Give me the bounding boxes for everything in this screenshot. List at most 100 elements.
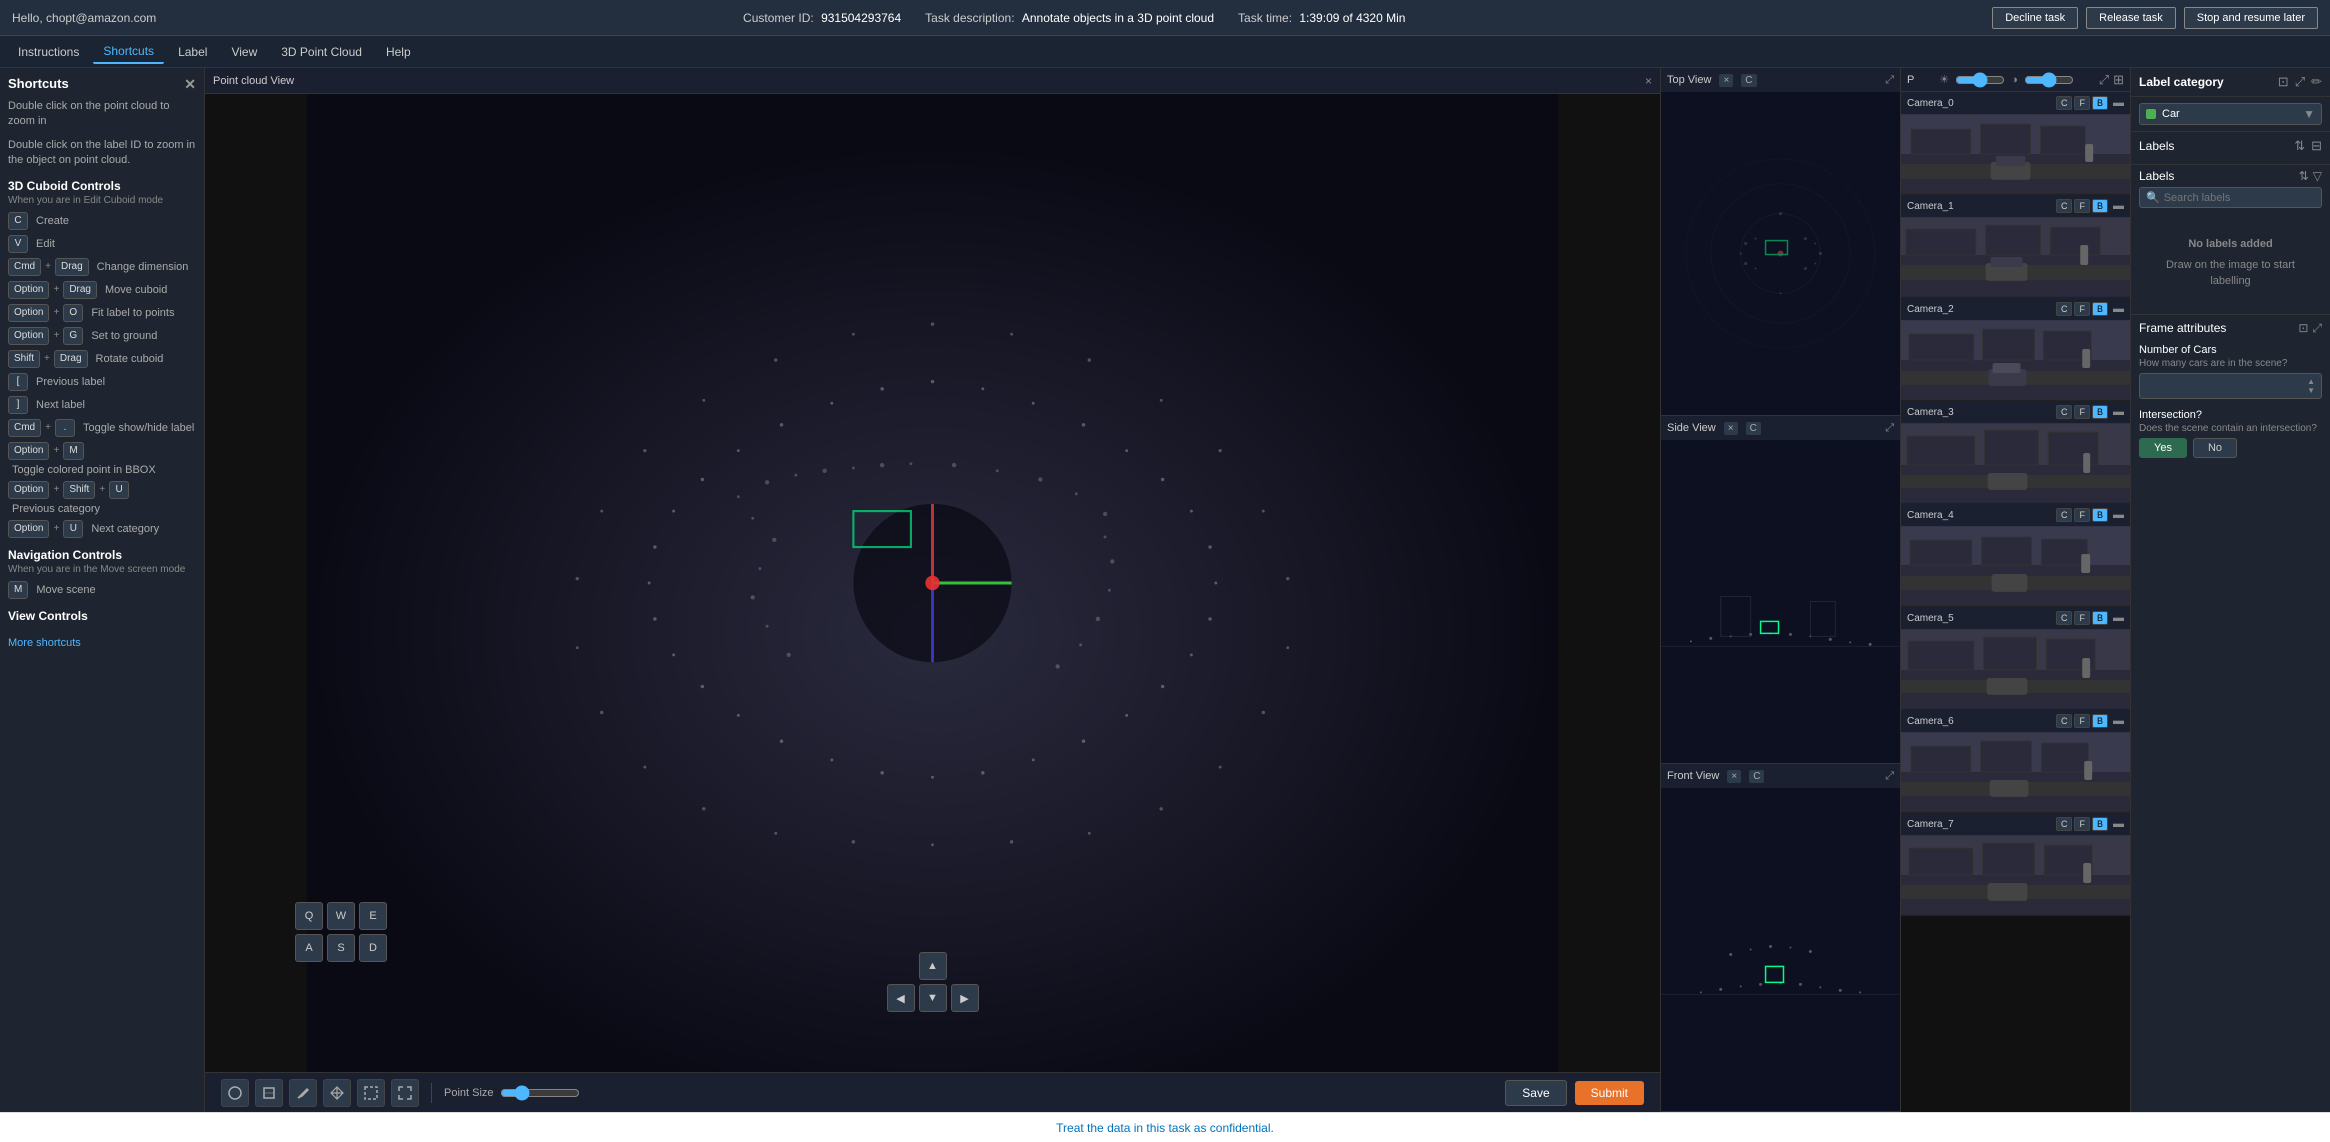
key-d[interactable]: D xyxy=(359,934,387,962)
cam4-f-btn[interactable]: F xyxy=(2074,508,2090,522)
cam1-c-btn[interactable]: C xyxy=(2056,199,2073,213)
pointcloud-view[interactable]: ▲ ◀ ▼ ▶ Q W xyxy=(205,94,1660,1072)
labels-header: Labels ⇅ ⊟ xyxy=(2139,138,2322,154)
top-view-body[interactable] xyxy=(1661,92,1900,415)
top-view-c[interactable]: C xyxy=(1741,74,1756,87)
cam5-b-btn[interactable]: B xyxy=(2092,611,2108,625)
front-view-header: Front View × C ⤢ xyxy=(1661,764,1900,788)
cam3-f-btn[interactable]: F xyxy=(2074,405,2090,419)
pointcloud-panel-title: Point cloud View xyxy=(213,75,294,87)
cam4-minimize[interactable]: ▬ xyxy=(2113,509,2124,521)
key-s[interactable]: S xyxy=(327,934,355,962)
cam3-b-btn[interactable]: B xyxy=(2092,405,2108,419)
label-search-input[interactable] xyxy=(2164,192,2315,204)
cam0-b-btn[interactable]: B xyxy=(2092,96,2108,110)
contrast-slider[interactable] xyxy=(2024,72,2074,88)
tool-box[interactable] xyxy=(255,1079,283,1107)
submit-button[interactable]: Submit xyxy=(1575,1081,1644,1105)
nav-left-button[interactable]: ◀ xyxy=(887,984,915,1012)
cam7-f-btn[interactable]: F xyxy=(2074,817,2090,831)
label-panel-edit-icon[interactable]: ✏ xyxy=(2311,74,2322,90)
cam1-f-btn[interactable]: F xyxy=(2074,199,2090,213)
label-panel-collapse-icon[interactable]: ⊡ xyxy=(2278,74,2289,90)
labels-filter2-icon[interactable]: ▽ xyxy=(2313,169,2322,183)
tool-circle[interactable] xyxy=(221,1079,249,1107)
camera-6-image xyxy=(1901,732,2130,812)
menu-3d-point-cloud[interactable]: 3D Point Cloud xyxy=(271,41,372,63)
side-view-expand[interactable]: ⤢ xyxy=(1885,422,1894,435)
cam0-c-btn[interactable]: C xyxy=(2056,96,2073,110)
cam4-c-btn[interactable]: C xyxy=(2056,508,2073,522)
side-view-c[interactable]: C xyxy=(1746,422,1761,435)
menu-help[interactable]: Help xyxy=(376,41,421,63)
cam6-b-btn[interactable]: B xyxy=(2092,714,2108,728)
cam7-b-btn[interactable]: B xyxy=(2092,817,2108,831)
cam2-minimize[interactable]: ▬ xyxy=(2113,303,2124,315)
key-q[interactable]: Q xyxy=(295,902,323,930)
cam3-minimize[interactable]: ▬ xyxy=(2113,406,2124,418)
key-a[interactable]: A xyxy=(295,934,323,962)
menu-instructions[interactable]: Instructions xyxy=(8,41,89,63)
cam7-c-btn[interactable]: C xyxy=(2056,817,2073,831)
labels-filter-icon[interactable]: ⊟ xyxy=(2311,138,2322,154)
label-category-dropdown[interactable]: Car ▼ xyxy=(2139,103,2322,125)
cam3-c-btn[interactable]: C xyxy=(2056,405,2073,419)
stop-resume-button[interactable]: Stop and resume later xyxy=(2184,7,2318,29)
cam1-minimize[interactable]: ▬ xyxy=(2113,200,2124,212)
frame-attrs-expand-icon[interactable]: ⤢ xyxy=(2312,321,2322,336)
cam5-f-btn[interactable]: F xyxy=(2074,611,2090,625)
label-panel-header: Label category ⊡ ⤢ ✏ xyxy=(2131,68,2330,97)
camera-strip-expand[interactable]: ⤢ xyxy=(2099,72,2109,88)
attr-num-cars-input[interactable] xyxy=(2146,380,2307,392)
nav-down-button[interactable]: ▼ xyxy=(919,984,947,1012)
pointcloud-panel-close[interactable]: × xyxy=(1645,74,1652,88)
label-panel-expand-icon[interactable]: ⤢ xyxy=(2295,74,2305,90)
intersection-no-button[interactable]: No xyxy=(2193,438,2237,458)
cam6-f-btn[interactable]: F xyxy=(2074,714,2090,728)
cam0-f-btn[interactable]: F xyxy=(2074,96,2090,110)
nav-up-button[interactable]: ▲ xyxy=(919,952,947,980)
front-view-body[interactable] xyxy=(1661,788,1900,1111)
shortcuts-close-button[interactable]: ✕ xyxy=(184,76,196,93)
point-size-slider[interactable] xyxy=(500,1085,580,1101)
top-view-expand[interactable]: ⤢ xyxy=(1885,74,1894,87)
cam6-c-btn[interactable]: C xyxy=(2056,714,2073,728)
front-view-expand[interactable]: ⤢ xyxy=(1885,770,1894,783)
tool-select[interactable] xyxy=(357,1079,385,1107)
menu-label[interactable]: Label xyxy=(168,41,217,63)
nav-right-button[interactable]: ▶ xyxy=(951,984,979,1012)
side-view-close[interactable]: × xyxy=(1724,422,1738,435)
cam4-b-btn[interactable]: B xyxy=(2092,508,2108,522)
key-e[interactable]: E xyxy=(359,902,387,930)
tool-fullscreen[interactable] xyxy=(391,1079,419,1107)
front-view-c[interactable]: C xyxy=(1749,770,1764,783)
shortcut-set-ground: Option + G Set to ground xyxy=(8,327,196,345)
tool-move[interactable] xyxy=(323,1079,351,1107)
cam2-f-btn[interactable]: F xyxy=(2074,302,2090,316)
cam7-minimize[interactable]: ▬ xyxy=(2113,818,2124,830)
cam5-minimize[interactable]: ▬ xyxy=(2113,612,2124,624)
menu-shortcuts[interactable]: Shortcuts xyxy=(93,40,164,64)
decline-task-button[interactable]: Decline task xyxy=(1992,7,2078,29)
intersection-yes-button[interactable]: Yes xyxy=(2139,438,2187,458)
frame-attrs-collapse-icon[interactable]: ⊡ xyxy=(2298,321,2308,336)
more-shortcuts-link[interactable]: More shortcuts xyxy=(8,637,81,649)
cam6-minimize[interactable]: ▬ xyxy=(2113,715,2124,727)
cam0-minimize[interactable]: ▬ xyxy=(2113,97,2124,109)
side-view-body[interactable] xyxy=(1661,440,1900,763)
cam1-b-btn[interactable]: B xyxy=(2092,199,2108,213)
labels-sort-icon[interactable]: ⇅ xyxy=(2294,138,2305,154)
cam2-b-btn[interactable]: B xyxy=(2092,302,2108,316)
front-view-close[interactable]: × xyxy=(1727,770,1741,783)
camera-strip-grid[interactable]: ⊞ xyxy=(2113,72,2124,88)
attr-num-cars-stepper[interactable]: ▲ ▼ xyxy=(2307,377,2315,395)
cam2-c-btn[interactable]: C xyxy=(2056,302,2073,316)
brightness-slider[interactable] xyxy=(1955,72,2005,88)
tool-pen[interactable] xyxy=(289,1079,317,1107)
save-button[interactable]: Save xyxy=(1505,1080,1566,1106)
menu-view[interactable]: View xyxy=(221,41,267,63)
key-w[interactable]: W xyxy=(327,902,355,930)
release-task-button[interactable]: Release task xyxy=(2086,7,2176,29)
cam5-c-btn[interactable]: C xyxy=(2056,611,2073,625)
labels-sort2-icon[interactable]: ⇅ xyxy=(2299,169,2309,183)
